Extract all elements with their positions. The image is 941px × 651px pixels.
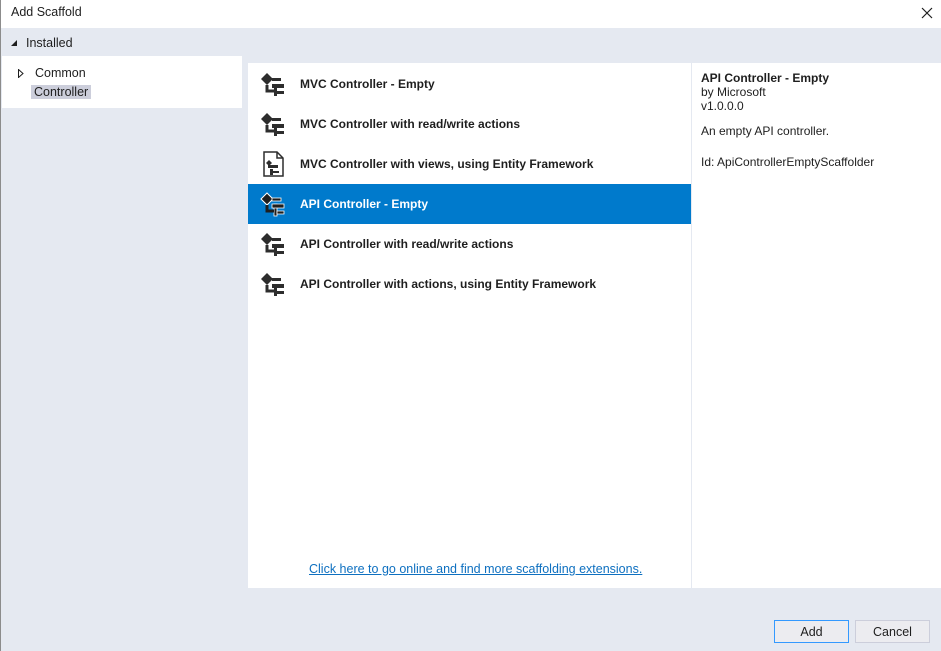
category-tree: Common Controller (2, 56, 242, 108)
add-scaffold-dialog: Add Scaffold Installed Common Controller (0, 0, 941, 651)
tree-item-label: Controller (31, 85, 92, 99)
tree-item-common[interactable]: Common (18, 64, 89, 82)
installed-label: Installed (26, 36, 73, 50)
scaffolder-name: MVC Controller - Empty (300, 77, 435, 91)
views-controller-icon (257, 148, 289, 180)
controller-icon (257, 268, 289, 300)
controller-icon (257, 108, 289, 140)
scaffolder-list: MVC Controller - Empty MVC Controller wi… (248, 63, 691, 588)
details-panel: API Controller - Empty by Microsoft v1.0… (692, 63, 941, 588)
close-icon (921, 7, 933, 19)
details-description: An empty API controller. (701, 124, 830, 138)
controller-icon (257, 188, 289, 220)
title-bar: Add Scaffold (1, 0, 941, 28)
details-title: API Controller - Empty (701, 71, 830, 85)
scaffolder-name: MVC Controller with read/write actions (300, 117, 521, 131)
scaffolder-name: MVC Controller with views, using Entity … (300, 157, 594, 171)
installed-header[interactable]: Installed (1, 30, 941, 56)
scaffolder-name: API Controller with actions, using Entit… (300, 277, 597, 291)
controller-icon (257, 228, 289, 260)
details-author: by Microsoft (701, 85, 766, 99)
list-item-selected[interactable]: API Controller - Empty (248, 184, 691, 224)
details-id: Id: ApiControllerEmptyScaffolder (701, 155, 875, 169)
list-item[interactable]: MVC Controller with views, using Entity … (248, 144, 691, 184)
cancel-button[interactable]: Cancel (855, 620, 930, 643)
list-item[interactable]: MVC Controller with read/write actions (248, 104, 691, 144)
scaffolder-name: API Controller - Empty (300, 197, 429, 211)
list-item[interactable]: API Controller with actions, using Entit… (248, 264, 691, 304)
add-button[interactable]: Add (774, 620, 849, 643)
tree-item-controller[interactable]: Controller (31, 83, 92, 101)
scaffolder-name: API Controller with read/write actions (300, 237, 514, 251)
window-title: Add Scaffold (11, 5, 82, 19)
controller-icon (257, 68, 289, 100)
list-item[interactable]: API Controller with read/write actions (248, 224, 691, 264)
online-extensions-link[interactable]: Click here to go online and find more sc… (309, 562, 642, 576)
collapse-triangle-icon (11, 40, 17, 46)
close-button[interactable] (912, 0, 941, 26)
list-item[interactable]: MVC Controller - Empty (248, 64, 691, 104)
details-version: v1.0.0.0 (701, 99, 744, 113)
tree-item-label: Common (35, 66, 86, 80)
expand-arrow-icon (18, 68, 24, 78)
